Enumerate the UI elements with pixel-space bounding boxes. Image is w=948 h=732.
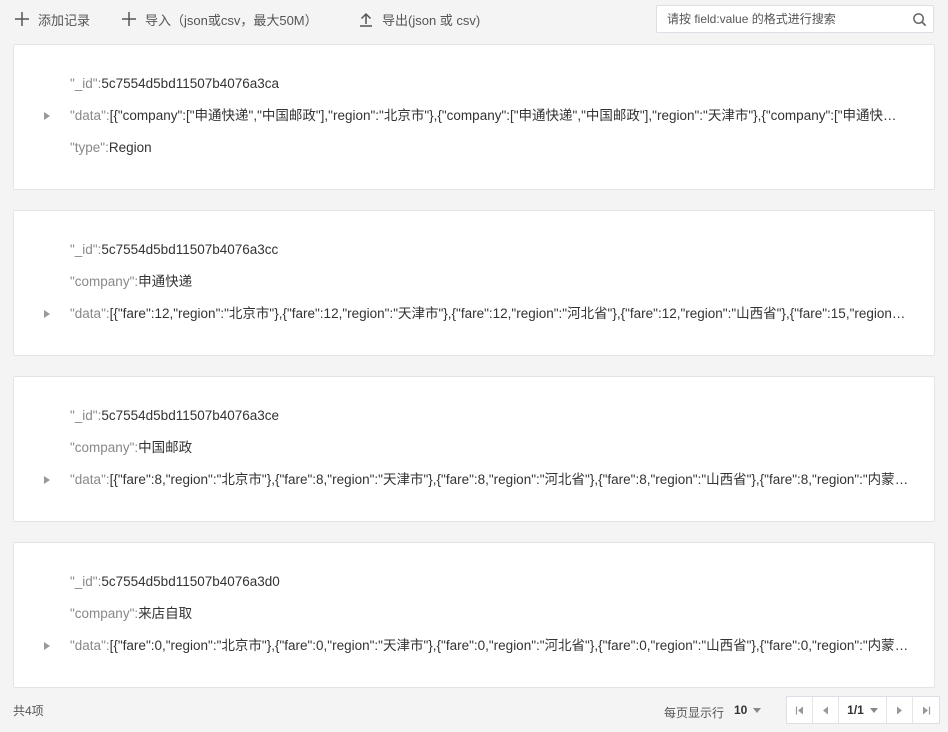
caret-right-icon xyxy=(44,310,50,318)
field-value: 5c7554d5bd11507b4076a3ca xyxy=(101,76,280,91)
field-value: 来店自取 xyxy=(138,606,193,621)
field-key: "company" xyxy=(70,440,135,455)
pagination-bar: 共4项 每页显示行 10 1/1 xyxy=(0,690,948,732)
prev-page-icon xyxy=(823,706,828,714)
record-field: "_id":5c7554d5bd11507b4076a3ce xyxy=(70,406,910,426)
field-value: 5c7554d5bd11507b4076a3cc xyxy=(101,242,279,257)
expand-toggle[interactable] xyxy=(42,304,52,324)
field-value: [{"company":["申通快递","中国邮政"],"region":"北京… xyxy=(109,108,910,123)
search-icon[interactable] xyxy=(905,6,933,32)
import-label: 导入（json或csv，最大50M） xyxy=(145,12,318,28)
field-key: "_id" xyxy=(70,242,98,257)
record-field: "data":[{"fare":8,"region":"北京市"},{"fare… xyxy=(70,470,910,490)
toolbar: 添加记录 导入（json或csv，最大50M） 导出(json 或 csv) xyxy=(0,0,948,38)
caret-right-icon xyxy=(44,642,50,650)
per-page-select[interactable]: 10 xyxy=(734,698,770,722)
per-page-label: 每页显示行 xyxy=(664,706,725,720)
field-value: [{"fare":0,"region":"北京市"},{"fare":0,"re… xyxy=(109,638,910,653)
field-key: "data" xyxy=(70,638,106,653)
field-key: "company" xyxy=(70,606,135,621)
field-value: [{"fare":8,"region":"北京市"},{"fare":8,"re… xyxy=(109,472,910,487)
total-count: 共4项 xyxy=(13,704,44,718)
record-field: "type":Region xyxy=(70,138,910,158)
record-field: "_id":5c7554d5bd11507b4076a3cc xyxy=(70,240,910,260)
search-box xyxy=(656,5,934,33)
prev-page-button[interactable] xyxy=(813,697,839,723)
field-value: Region xyxy=(108,140,152,155)
expand-toggle[interactable] xyxy=(42,636,52,656)
field-key: "_id" xyxy=(70,408,98,423)
add-record-label: 添加记录 xyxy=(38,12,91,28)
export-label: 导出(json 或 csv) xyxy=(382,12,481,28)
record-card: "_id":5c7554d5bd11507b4076a3cc "company":… xyxy=(13,210,935,356)
record-field: "data":[{"fare":12,"region":"北京市"},{"far… xyxy=(70,304,910,324)
record-field: "data":[{"company":["申通快递","中国邮政"],"regi… xyxy=(70,106,910,126)
field-value: 5c7554d5bd11507b4076a3ce xyxy=(101,408,280,423)
import-button[interactable]: 导入（json或csv，最大50M） xyxy=(121,0,318,38)
plus-icon xyxy=(121,11,137,27)
record-card: "_id":5c7554d5bd11507b4076a3ca "data":[{"… xyxy=(13,44,935,190)
field-key: "type" xyxy=(70,140,106,155)
field-key: "data" xyxy=(70,472,106,487)
chevron-down-icon xyxy=(753,707,762,713)
field-value: 5c7554d5bd11507b4076a3d0 xyxy=(101,574,280,589)
export-button[interactable]: 导出(json 或 csv) xyxy=(358,0,480,38)
record-field: "data":[{"fare":0,"region":"北京市"},{"fare… xyxy=(70,636,910,656)
caret-right-icon xyxy=(44,112,50,120)
record-card: "_id":5c7554d5bd11507b4076a3d0 "company":… xyxy=(13,542,935,688)
record-field: "company":来店自取 xyxy=(70,604,910,624)
per-page-value: 10 xyxy=(734,703,748,717)
add-record-button[interactable]: 添加记录 xyxy=(14,0,90,38)
next-page-icon xyxy=(897,706,902,714)
field-key: "data" xyxy=(70,108,106,123)
record-card: "_id":5c7554d5bd11507b4076a3ce "company":… xyxy=(13,376,935,522)
record-field: "company":中国邮政 xyxy=(70,438,910,458)
search-input[interactable] xyxy=(657,6,905,32)
first-page-button[interactable] xyxy=(787,697,813,723)
page-indicator: 1/1 xyxy=(847,703,864,717)
upload-icon xyxy=(358,11,374,27)
plus-icon xyxy=(14,11,30,27)
chevron-down-icon xyxy=(869,707,878,713)
field-value: 中国邮政 xyxy=(138,440,193,455)
last-page-icon xyxy=(922,706,930,714)
field-value: [{"fare":12,"region":"北京市"},{"fare":12,"… xyxy=(109,306,910,321)
page-select[interactable]: 1/1 xyxy=(839,697,887,723)
field-key: "company" xyxy=(70,274,135,289)
expand-toggle[interactable] xyxy=(42,470,52,490)
record-field: "company":申通快递 xyxy=(70,272,910,292)
record-field: "_id":5c7554d5bd11507b4076a3d0 xyxy=(70,572,910,592)
field-key: "_id" xyxy=(70,574,98,589)
first-page-icon xyxy=(795,706,803,714)
field-value: 申通快递 xyxy=(138,274,193,289)
expand-toggle[interactable] xyxy=(42,106,52,126)
last-page-button[interactable] xyxy=(913,697,939,723)
next-page-button[interactable] xyxy=(887,697,913,723)
field-key: "data" xyxy=(70,306,106,321)
caret-right-icon xyxy=(44,476,50,484)
record-field: "_id":5c7554d5bd11507b4076a3ca xyxy=(70,74,910,94)
field-key: "_id" xyxy=(70,76,98,91)
pager: 1/1 xyxy=(786,696,940,724)
